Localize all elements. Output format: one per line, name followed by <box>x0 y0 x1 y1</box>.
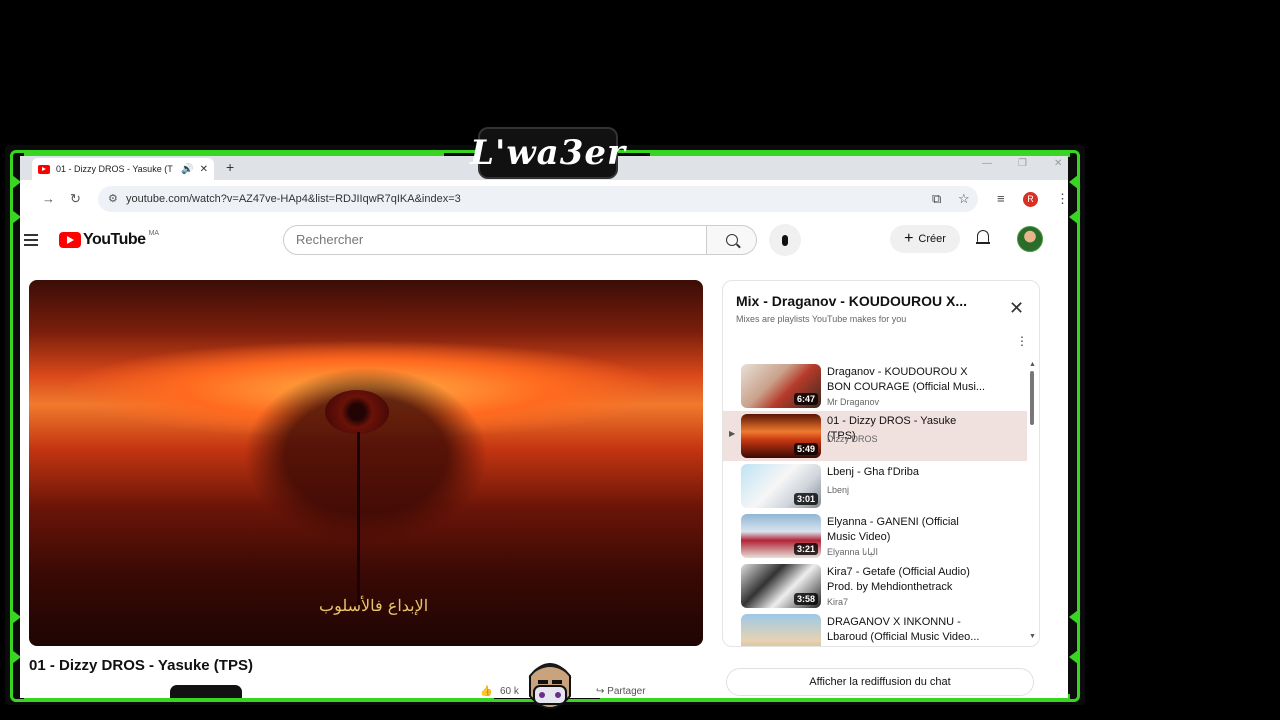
item-title[interactable]: Lbenj - Gha f'Driba <box>827 465 987 480</box>
playlist-item[interactable]: 3:21 Elyanna - GANENI (Official Music Vi… <box>723 511 1027 561</box>
plus-icon: + <box>904 230 914 247</box>
duration-badge: 6:47 <box>793 393 818 405</box>
playlist-title[interactable]: Mix - Draganov - KOUDOUROU X... <box>736 293 967 309</box>
youtube-play-icon <box>59 232 81 248</box>
create-button[interactable]: + Créer <box>890 225 960 253</box>
url-text: youtube.com/watch?v=AZ47ve-HAp4&list=RDJ… <box>126 193 461 205</box>
address-bar[interactable]: ⚙ youtube.com/watch?v=AZ47ve-HAp4&list=R… <box>98 186 978 212</box>
youtube-wordmark: YouTube <box>83 231 146 248</box>
microphone-icon <box>782 234 788 246</box>
install-app-icon[interactable]: ⧉ <box>932 191 941 207</box>
duration-badge: 3:58 <box>793 593 818 605</box>
video-thumbnail[interactable]: 3:58 <box>741 564 821 608</box>
streamer-logo-text: L'wa3er <box>470 133 626 173</box>
like-icon[interactable]: 👍 <box>480 686 492 697</box>
video-thumbnail[interactable]: 3:21 <box>741 514 821 558</box>
scroll-down-arrow-icon[interactable]: ▼ <box>1029 633 1036 640</box>
forward-icon[interactable]: → <box>42 191 55 206</box>
item-title[interactable]: Draganov - KOUDOUROU X BON COURAGE (Offi… <box>827 365 987 395</box>
overlay-chevron-icon <box>1069 210 1078 224</box>
subscribe-button[interactable] <box>170 685 242 698</box>
search-icon <box>725 234 738 246</box>
voice-search-button[interactable] <box>769 224 801 256</box>
browser-tab[interactable]: 01 - Dizzy DROS - Yasuke (T 🔊 ✕ <box>32 158 214 180</box>
site-info-icon[interactable]: ⚙ <box>108 186 118 212</box>
speaker-icon[interactable]: 🔊 <box>181 164 193 175</box>
new-tab-button[interactable]: + <box>226 159 234 175</box>
address-bar-row: → ↻ ⚙ youtube.com/watch?v=AZ47ve-HAp4&li… <box>20 180 1068 218</box>
playlist-item[interactable]: DRAGANOV X INKONNU - Lbaroud (Official M… <box>723 611 1027 646</box>
tab-title: 01 - Dizzy DROS - Yasuke (T <box>56 164 173 174</box>
youtube-header: YouTube MA Rechercher + Créer <box>20 218 1068 262</box>
item-channel[interactable]: Mr Draganov <box>827 397 879 407</box>
country-code: MA <box>148 229 160 237</box>
item-title[interactable]: Elyanna - GANENI (Official Music Video) <box>827 515 987 545</box>
playlist-subtitle: Mixes are playlists YouTube makes for yo… <box>736 314 907 324</box>
video-title: 01 - Dizzy DROS - Yasuke (TPS) <box>29 657 253 674</box>
profile-avatar[interactable]: R <box>1023 192 1038 207</box>
poppy-flower-image <box>325 390 389 434</box>
playlist-items: 6:47 Draganov - KOUDOUROU X BON COURAGE … <box>723 361 1027 646</box>
browser-menu-icon[interactable]: ⋮ <box>1056 191 1068 207</box>
playlist-item[interactable]: 6:47 Draganov - KOUDOUROU X BON COURAGE … <box>723 361 1027 411</box>
overlay-chevron-icon <box>1069 175 1078 189</box>
duration-badge: 5:49 <box>793 443 818 455</box>
video-overlay-text: الإبداع فالأسلوب <box>319 596 429 615</box>
streamer-logo: L'wa3er <box>470 127 625 179</box>
bookmark-star-icon[interactable]: ☆ <box>958 191 970 207</box>
maximize-icon[interactable]: ❐ <box>1018 158 1027 169</box>
video-thumbnail[interactable] <box>741 614 821 646</box>
overlay-chevron-icon <box>1069 650 1078 664</box>
now-playing-icon: ▶ <box>729 429 736 438</box>
item-title[interactable]: Kira7 - Getafe (Official Audio) Prod. by… <box>827 565 987 595</box>
video-thumbnail[interactable]: 6:47 <box>741 364 821 408</box>
window-close-icon[interactable]: ✕ <box>1054 158 1062 169</box>
overlay-chevron-icon <box>1069 610 1078 624</box>
playlist-panel: Mix - Draganov - KOUDOUROU X... Mixes ar… <box>722 280 1040 647</box>
playlist-more-icon[interactable]: ⋮ <box>1016 334 1028 348</box>
poppy-stem <box>357 432 360 612</box>
video-player[interactable]: الإبداع فالأسلوب <box>29 280 703 646</box>
playlist-item[interactable]: 3:01 Lbenj - Gha f'Driba Lbenj <box>723 461 1027 511</box>
browser-window: 01 - Dizzy DROS - Yasuke (T 🔊 ✕ + — ❐ ✕ … <box>20 156 1068 698</box>
account-avatar[interactable] <box>1017 226 1043 252</box>
hamburger-menu-icon[interactable] <box>24 234 38 246</box>
search-input[interactable]: Rechercher <box>283 225 707 255</box>
show-chat-replay-button[interactable]: Afficher la rediffusion du chat <box>726 668 1034 696</box>
minimize-icon[interactable]: — <box>982 158 992 169</box>
share-label: Partager <box>607 686 646 697</box>
create-label: Créer <box>918 233 946 245</box>
item-channel[interactable]: Lbenj <box>827 485 849 495</box>
playlist-item[interactable]: 3:58 Kira7 - Getafe (Official Audio) Pro… <box>723 561 1027 611</box>
notifications-bell-icon[interactable] <box>976 230 990 246</box>
duration-badge: 3:21 <box>793 543 818 555</box>
duration-badge: 3:01 <box>793 493 818 505</box>
media-controls-icon[interactable]: ≡ <box>997 191 1005 206</box>
playlist-item-current[interactable]: ▶ 5:49 01 - Dizzy DROS - Yasuke (TPS) Di… <box>723 411 1027 461</box>
search-button[interactable] <box>707 225 757 255</box>
item-channel[interactable]: Dizzy DROS <box>827 434 878 444</box>
scroll-up-arrow-icon[interactable]: ▲ <box>1029 361 1036 368</box>
like-count: 60 k <box>500 686 519 697</box>
item-title[interactable]: DRAGANOV X INKONNU - Lbaroud (Official M… <box>827 615 987 645</box>
streamer-mascot-image <box>528 663 572 709</box>
tab-close-icon[interactable]: ✕ <box>200 164 208 175</box>
playlist-scrollbar[interactable] <box>1030 371 1034 425</box>
playlist-close-icon[interactable]: ✕ <box>1009 299 1024 317</box>
share-button[interactable]: ↪ Partager <box>596 686 646 697</box>
youtube-logo[interactable]: YouTube MA <box>59 229 160 249</box>
reload-icon[interactable]: ↻ <box>70 191 81 207</box>
item-channel[interactable]: Kira7 <box>827 597 848 607</box>
share-icon: ↪ <box>596 686 608 697</box>
video-thumbnail[interactable]: 3:01 <box>741 464 821 508</box>
youtube-favicon-icon <box>38 164 50 174</box>
video-thumbnail[interactable]: 5:49 <box>741 414 821 458</box>
item-channel[interactable]: Elyanna اليانا <box>827 547 878 558</box>
